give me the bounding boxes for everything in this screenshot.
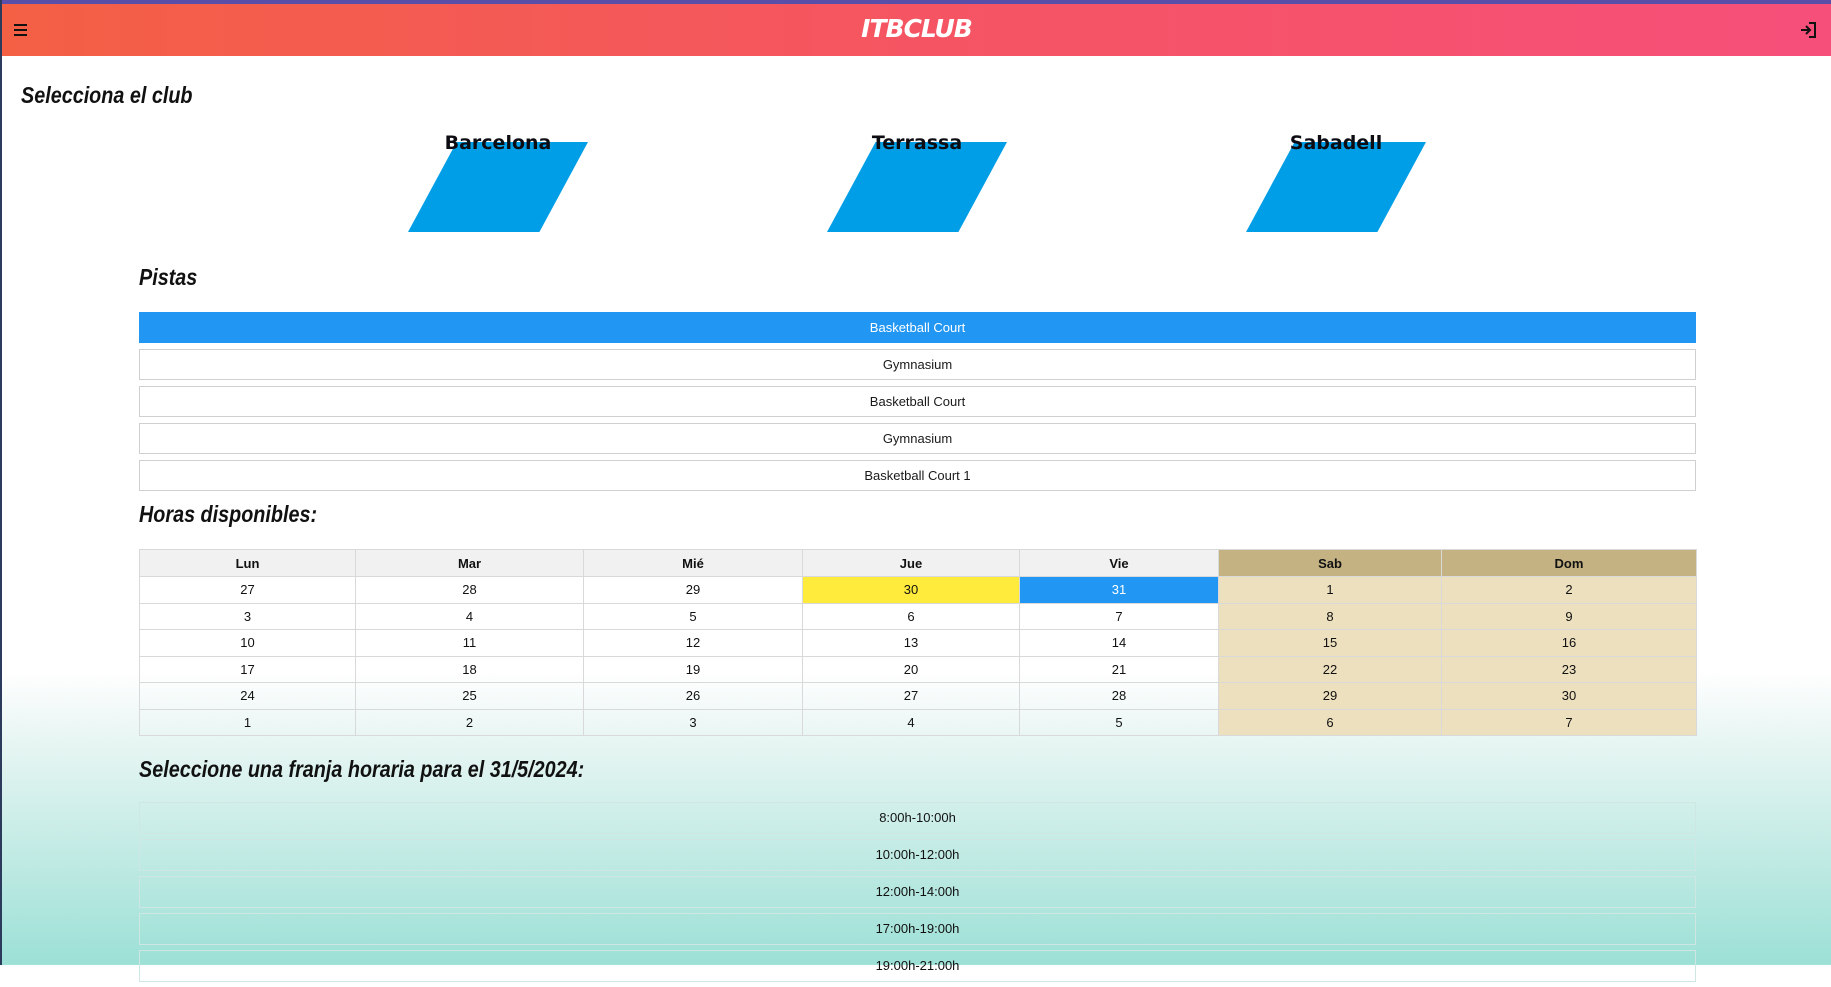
calendar-week-row: 1 2 3 4 5 6 7 xyxy=(139,708,1697,736)
select-club-heading: Selecciona el club xyxy=(21,82,193,108)
club-parallelogram xyxy=(827,142,1007,232)
club-name: Sabadell xyxy=(1289,132,1383,154)
calendar-day[interactable]: 27 xyxy=(802,682,1020,710)
calendar-day[interactable]: 30 xyxy=(1441,682,1697,710)
club-card-barcelona[interactable]: Barcelona xyxy=(408,132,588,232)
day-header: Mar xyxy=(355,549,584,577)
calendar-week-row: 10 11 12 13 14 15 16 xyxy=(139,629,1697,657)
calendar-day[interactable]: 25 xyxy=(355,682,584,710)
calendar-grid: Lun Mar Mié Jue Vie Sab Dom 27 28 29 30 … xyxy=(139,549,1697,736)
time-slot-list: 8:00h-10:00h 10:00h-12:00h 12:00h-14:00h… xyxy=(139,802,1696,987)
calendar-day[interactable]: 29 xyxy=(583,576,803,604)
time-slot[interactable]: 12:00h-14:00h xyxy=(139,876,1696,908)
calendar-week-row: 17 18 19 20 21 22 23 xyxy=(139,655,1697,683)
calendar-day[interactable]: 27 xyxy=(139,576,356,604)
time-slot[interactable]: 10:00h-12:00h xyxy=(139,839,1696,871)
calendar-day[interactable]: 2 xyxy=(355,708,584,736)
calendar-day-today[interactable]: 30 xyxy=(802,576,1020,604)
calendar-day[interactable]: 9 xyxy=(1441,602,1697,630)
calendar-day[interactable]: 26 xyxy=(583,682,803,710)
calendar-day[interactable]: 11 xyxy=(355,629,584,657)
club-name: Barcelona xyxy=(444,132,552,154)
court-item[interactable]: Basketball Court xyxy=(139,312,1696,343)
calendar-day[interactable]: 16 xyxy=(1441,629,1697,657)
calendar-week-row: 27 28 29 30 31 1 2 xyxy=(139,576,1697,604)
court-item[interactable]: Basketball Court 1 xyxy=(139,460,1696,491)
calendar-day[interactable]: 17 xyxy=(139,655,356,683)
club-card-terrassa[interactable]: Terrassa xyxy=(827,132,1007,232)
time-slot-heading: Seleccione una franja horaria para el 31… xyxy=(139,756,585,782)
calendar-day[interactable]: 1 xyxy=(139,708,356,736)
club-name: Terrassa xyxy=(871,132,963,154)
calendar-day[interactable]: 2 xyxy=(1441,576,1697,604)
calendar-day[interactable]: 5 xyxy=(1019,708,1219,736)
calendar-day[interactable]: 3 xyxy=(583,708,803,736)
calendar-day[interactable]: 3 xyxy=(139,602,356,630)
court-item[interactable]: Gymnasium xyxy=(139,349,1696,380)
calendar-day[interactable]: 13 xyxy=(802,629,1020,657)
calendar-week-row: 24 25 26 27 28 29 30 xyxy=(139,682,1697,710)
calendar-day[interactable]: 21 xyxy=(1019,655,1219,683)
day-header: Dom xyxy=(1441,549,1697,577)
calendar-day[interactable]: 7 xyxy=(1441,708,1697,736)
day-header: Lun xyxy=(139,549,356,577)
calendar-day[interactable]: 4 xyxy=(802,708,1020,736)
calendar-day[interactable]: 1 xyxy=(1218,576,1442,604)
day-header: Vie xyxy=(1019,549,1219,577)
calendar-day[interactable]: 23 xyxy=(1441,655,1697,683)
day-header: Sab xyxy=(1218,549,1442,577)
day-header: Jue xyxy=(802,549,1020,577)
calendar-day[interactable]: 6 xyxy=(802,602,1020,630)
calendar-day[interactable]: 18 xyxy=(355,655,584,683)
calendar-day[interactable]: 20 xyxy=(802,655,1020,683)
time-slot[interactable]: 17:00h-19:00h xyxy=(139,913,1696,945)
calendar-day-selected[interactable]: 31 xyxy=(1019,576,1219,604)
calendar-day[interactable]: 28 xyxy=(1019,682,1219,710)
calendar-header-row: Lun Mar Mié Jue Vie Sab Dom xyxy=(139,549,1697,577)
time-slot[interactable]: 19:00h-21:00h xyxy=(139,950,1696,982)
calendar-day[interactable]: 4 xyxy=(355,602,584,630)
courts-heading: Pistas xyxy=(139,264,198,290)
courts-list: Basketball Court Gymnasium Basketball Co… xyxy=(139,312,1696,497)
calendar-day[interactable]: 22 xyxy=(1218,655,1442,683)
sign-in-icon[interactable] xyxy=(1799,21,1819,39)
court-item[interactable]: Gymnasium xyxy=(139,423,1696,454)
court-item[interactable]: Basketball Court xyxy=(139,386,1696,417)
calendar-week-row: 3 4 5 6 7 8 9 xyxy=(139,602,1697,630)
app-brand-title: ITBCLUB xyxy=(861,14,973,43)
calendar-day[interactable]: 8 xyxy=(1218,602,1442,630)
calendar-day[interactable]: 7 xyxy=(1019,602,1219,630)
calendar-day[interactable]: 29 xyxy=(1218,682,1442,710)
available-hours-heading: Horas disponibles: xyxy=(139,501,318,527)
calendar-day[interactable]: 15 xyxy=(1218,629,1442,657)
time-slot[interactable]: 8:00h-10:00h xyxy=(139,802,1696,834)
day-header: Mié xyxy=(583,549,803,577)
club-parallelogram xyxy=(1246,142,1426,232)
club-card-sabadell[interactable]: Sabadell xyxy=(1246,132,1426,232)
top-app-bar: ITBCLUB xyxy=(2,0,1831,56)
calendar-day[interactable]: 5 xyxy=(583,602,803,630)
calendar-day[interactable]: 24 xyxy=(139,682,356,710)
calendar-day[interactable]: 28 xyxy=(355,576,584,604)
club-parallelogram xyxy=(408,142,588,232)
calendar-day[interactable]: 12 xyxy=(583,629,803,657)
calendar-day[interactable]: 14 xyxy=(1019,629,1219,657)
calendar-day[interactable]: 19 xyxy=(583,655,803,683)
calendar-day[interactable]: 6 xyxy=(1218,708,1442,736)
calendar-day[interactable]: 10 xyxy=(139,629,356,657)
window-left-edge xyxy=(0,0,2,965)
